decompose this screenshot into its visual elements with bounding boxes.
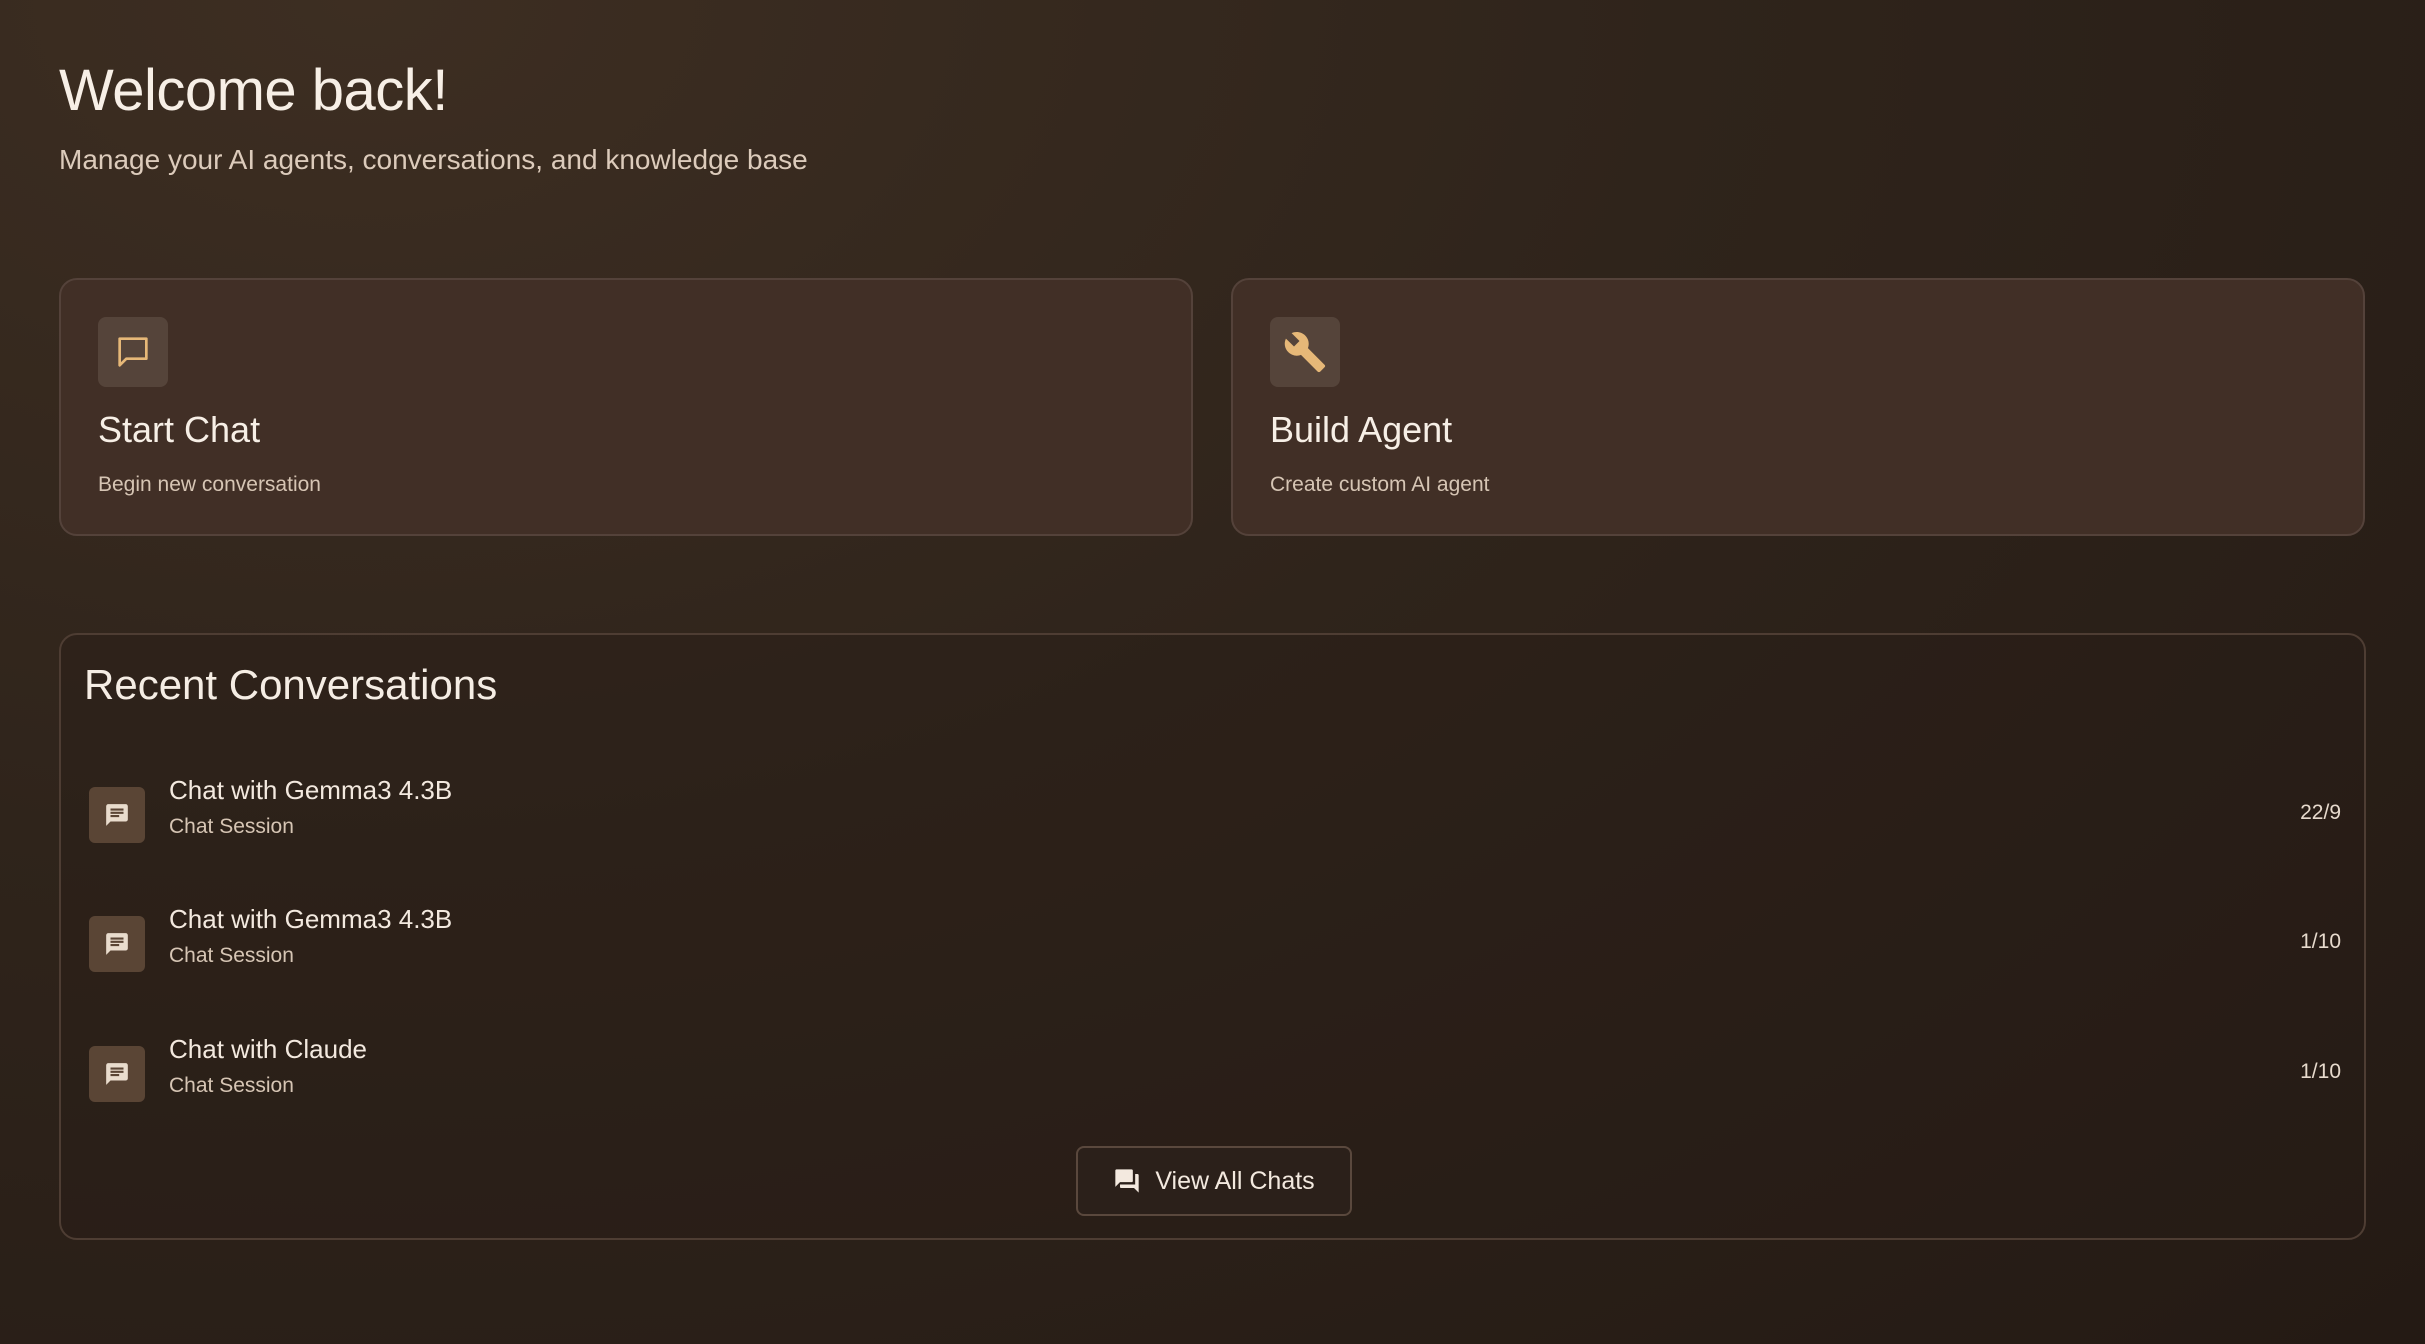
conversation-date: 22/9 [2300,801,2341,824]
build-agent-card[interactable]: Build Agent Create custom AI agent [1231,278,2365,536]
page-subtitle: Manage your AI agents, conversations, an… [59,144,808,175]
start-chat-description: Begin new conversation [98,473,321,496]
conversation-title: Chat with Claude [169,1034,367,1064]
view-all-chats-label: View All Chats [1155,1166,1315,1195]
recent-conversations-panel: Recent Conversations Chat with Gemma3 4.… [59,633,2366,1240]
chat-bubble-icon [98,317,168,387]
chats-icon [1113,1167,1141,1195]
start-chat-title: Start Chat [98,409,261,450]
recent-conversations-title: Recent Conversations [84,661,498,708]
conversation-date: 1/10 [2300,1060,2341,1083]
conversation-title: Chat with Gemma3 4.3B [169,904,453,934]
wrench-icon [1270,317,1340,387]
build-agent-description: Create custom AI agent [1270,473,1490,496]
message-icon [89,787,145,843]
view-all-chats-button[interactable]: View All Chats [1076,1146,1352,1216]
conversation-title: Chat with Gemma3 4.3B [169,775,453,805]
conversation-subtitle: Chat Session [169,944,294,967]
build-agent-title: Build Agent [1270,409,1453,450]
start-chat-card[interactable]: Start Chat Begin new conversation [59,278,1193,536]
conversation-row[interactable]: Chat with Claude Chat Session 1/10 [89,1017,2341,1117]
conversation-row[interactable]: Chat with Gemma3 4.3B Chat Session 22/9 [89,758,2341,858]
message-icon [89,1046,145,1102]
conversation-row[interactable]: Chat with Gemma3 4.3B Chat Session 1/10 [89,887,2341,987]
conversation-date: 1/10 [2300,930,2341,953]
message-icon [89,916,145,972]
page-title: Welcome back! [59,58,448,123]
conversation-subtitle: Chat Session [169,1074,294,1097]
conversation-subtitle: Chat Session [169,815,294,838]
